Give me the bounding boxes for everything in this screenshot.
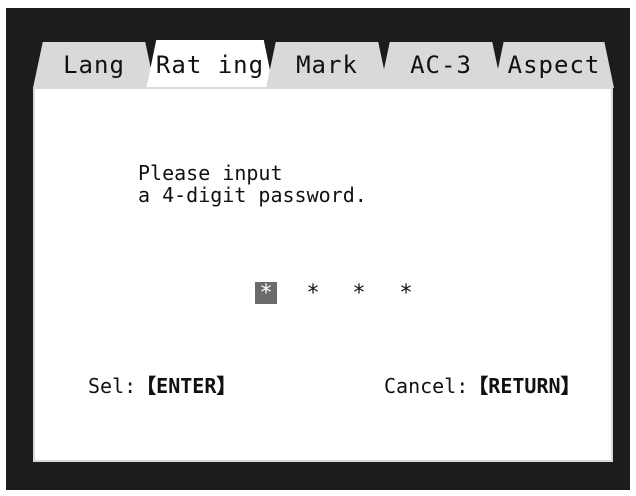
cancel-hint: Cancel:【RETURN】 [384, 370, 581, 399]
prompt-line-2: a 4-digit password. [138, 183, 367, 207]
tab-rating[interactable]: Rat ing [146, 40, 274, 90]
enter-key-hint: 【ENTER】 [136, 374, 237, 398]
tab-aspect-label: Aspect [507, 51, 601, 79]
tab-mark-label: Mark [296, 51, 358, 79]
password-prompt: Please input a 4-digit password. [138, 162, 367, 206]
tab-ac3-label: AC-3 [410, 51, 472, 79]
return-key-hint: 【RETURN】 [468, 374, 581, 398]
tab-rating-label: Rat ing [155, 51, 265, 79]
prompt-line-1: Please input [138, 161, 283, 185]
password-digit-1[interactable]: * [255, 281, 277, 306]
password-digit-4[interactable]: * [395, 281, 417, 306]
select-hint: Sel:【ENTER】 [88, 370, 236, 399]
password-digit-2[interactable]: * [302, 281, 324, 306]
tab-lang[interactable]: Lang [33, 42, 155, 88]
select-label: Sel: [88, 374, 137, 398]
tab-lang-label: Lang [63, 51, 125, 79]
tab-ac3[interactable]: AC-3 [380, 42, 502, 88]
tab-aspect[interactable]: Aspect [494, 42, 614, 88]
cancel-label: Cancel: [384, 374, 469, 398]
rating-panel [33, 87, 613, 462]
password-digit-3[interactable]: * [348, 281, 370, 306]
tab-mark[interactable]: Mark [266, 42, 388, 88]
